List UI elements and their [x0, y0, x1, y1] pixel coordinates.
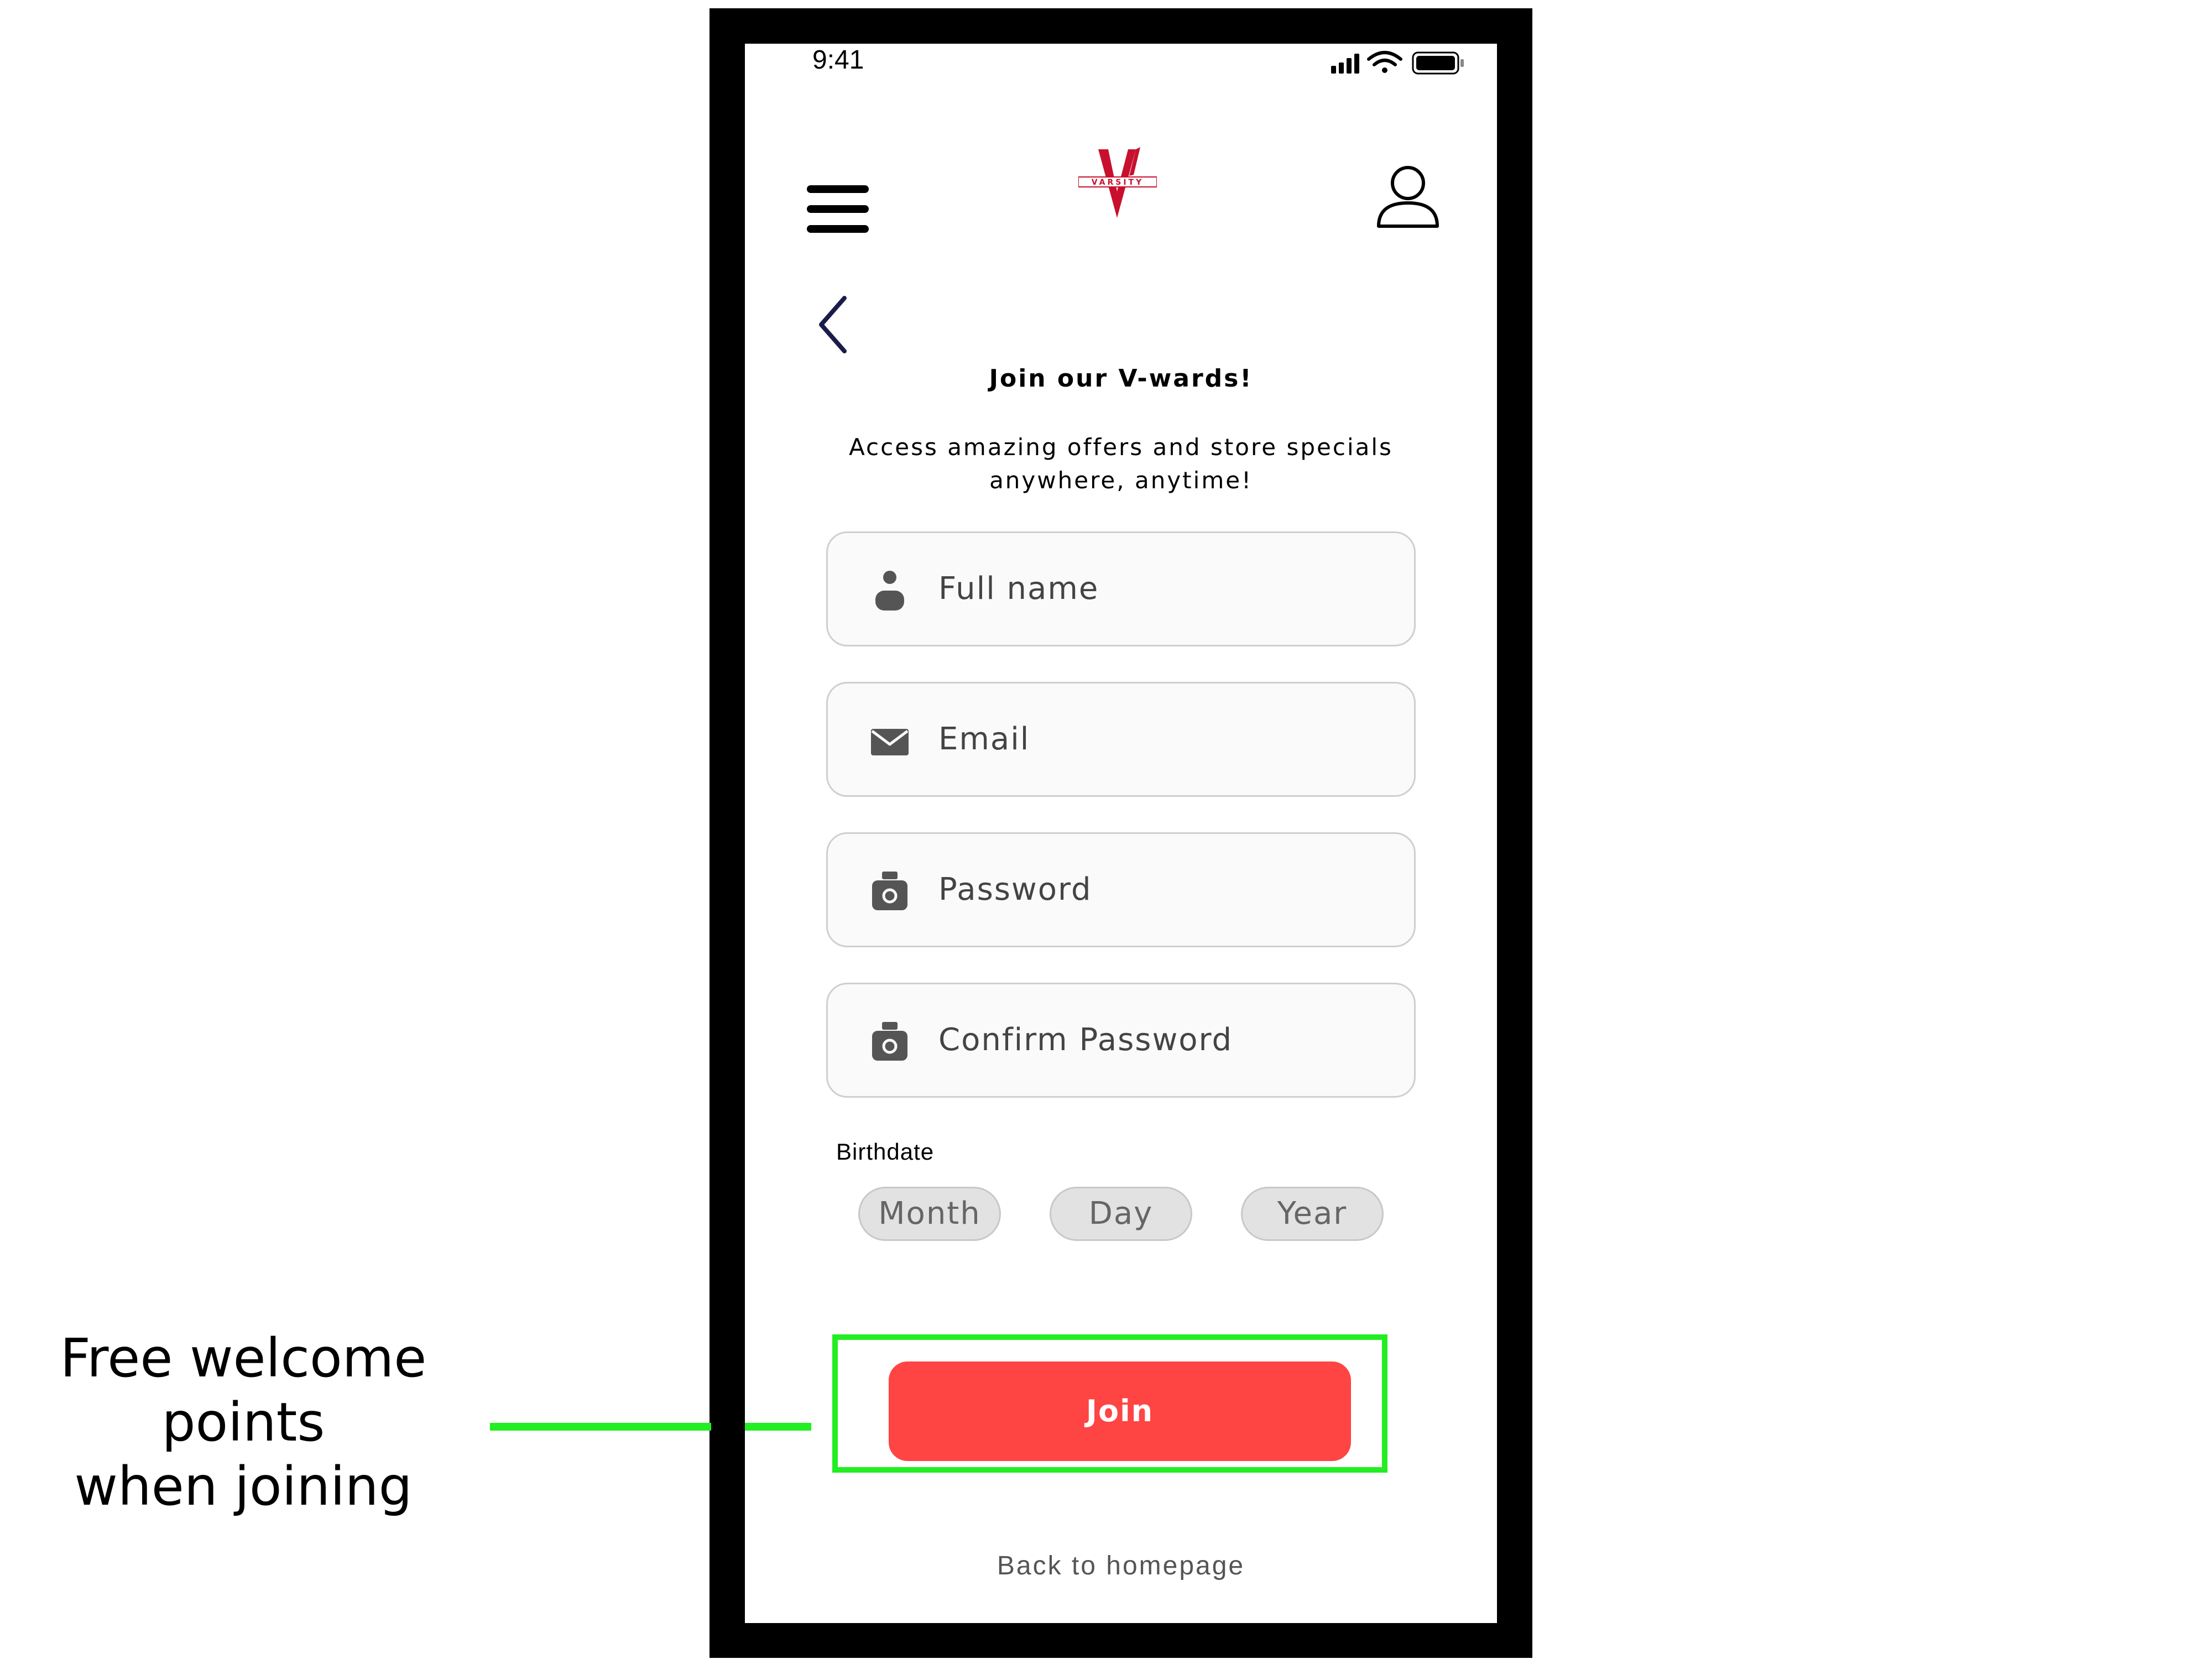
status-icons [1331, 51, 1464, 75]
mail-icon [871, 729, 909, 755]
lock-icon [872, 1022, 907, 1061]
password-placeholder: Password [938, 872, 1092, 907]
page-subtitle: Access amazing offers and store specials… [833, 431, 1408, 497]
back-to-homepage-link[interactable]: Back to homepage [745, 1551, 1497, 1581]
callout-line-inner [745, 1423, 811, 1431]
callout-line-1: Free welcome points [60, 1327, 427, 1453]
page-title: Join our V-wards! [989, 364, 1253, 393]
password-field[interactable]: Password [826, 832, 1416, 947]
full-name-field[interactable]: Full name [826, 531, 1416, 646]
subtitle-line-1: Access amazing offers and store specials [849, 434, 1393, 461]
callout-text: Free welcome points when joining [0, 1326, 509, 1519]
callout-line-2: when joining [74, 1455, 413, 1517]
full-name-placeholder: Full name [938, 571, 1099, 607]
logo-text: VARSITY [1092, 178, 1144, 187]
profile-icon[interactable] [1375, 164, 1441, 229]
menu-icon[interactable] [807, 185, 869, 233]
battery-icon [1412, 51, 1464, 75]
person-icon [875, 571, 904, 611]
email-placeholder: Email [938, 721, 1030, 757]
back-chevron-icon[interactable] [811, 293, 855, 359]
birthdate-label: Birthdate [836, 1139, 935, 1165]
lock-icon [872, 872, 907, 910]
varsity-logo[interactable]: VARSITY [1078, 147, 1157, 222]
canvas: 9:41 VARSITY Join our V-wards! Access am… [0, 0, 2212, 1659]
callout-line [490, 1423, 711, 1431]
join-highlight-box [832, 1334, 1387, 1473]
month-select[interactable]: Month [858, 1187, 1001, 1241]
signal-icon [1331, 54, 1359, 74]
confirm-password-placeholder: Confirm Password [938, 1022, 1233, 1058]
wifi-icon [1367, 51, 1402, 73]
status-time: 9:41 [812, 45, 864, 75]
email-field[interactable]: Email [826, 682, 1416, 797]
year-select[interactable]: Year [1241, 1187, 1384, 1241]
day-select[interactable]: Day [1050, 1187, 1192, 1241]
confirm-password-field[interactable]: Confirm Password [826, 983, 1416, 1098]
subtitle-line-2: anywhere, anytime! [989, 467, 1253, 494]
